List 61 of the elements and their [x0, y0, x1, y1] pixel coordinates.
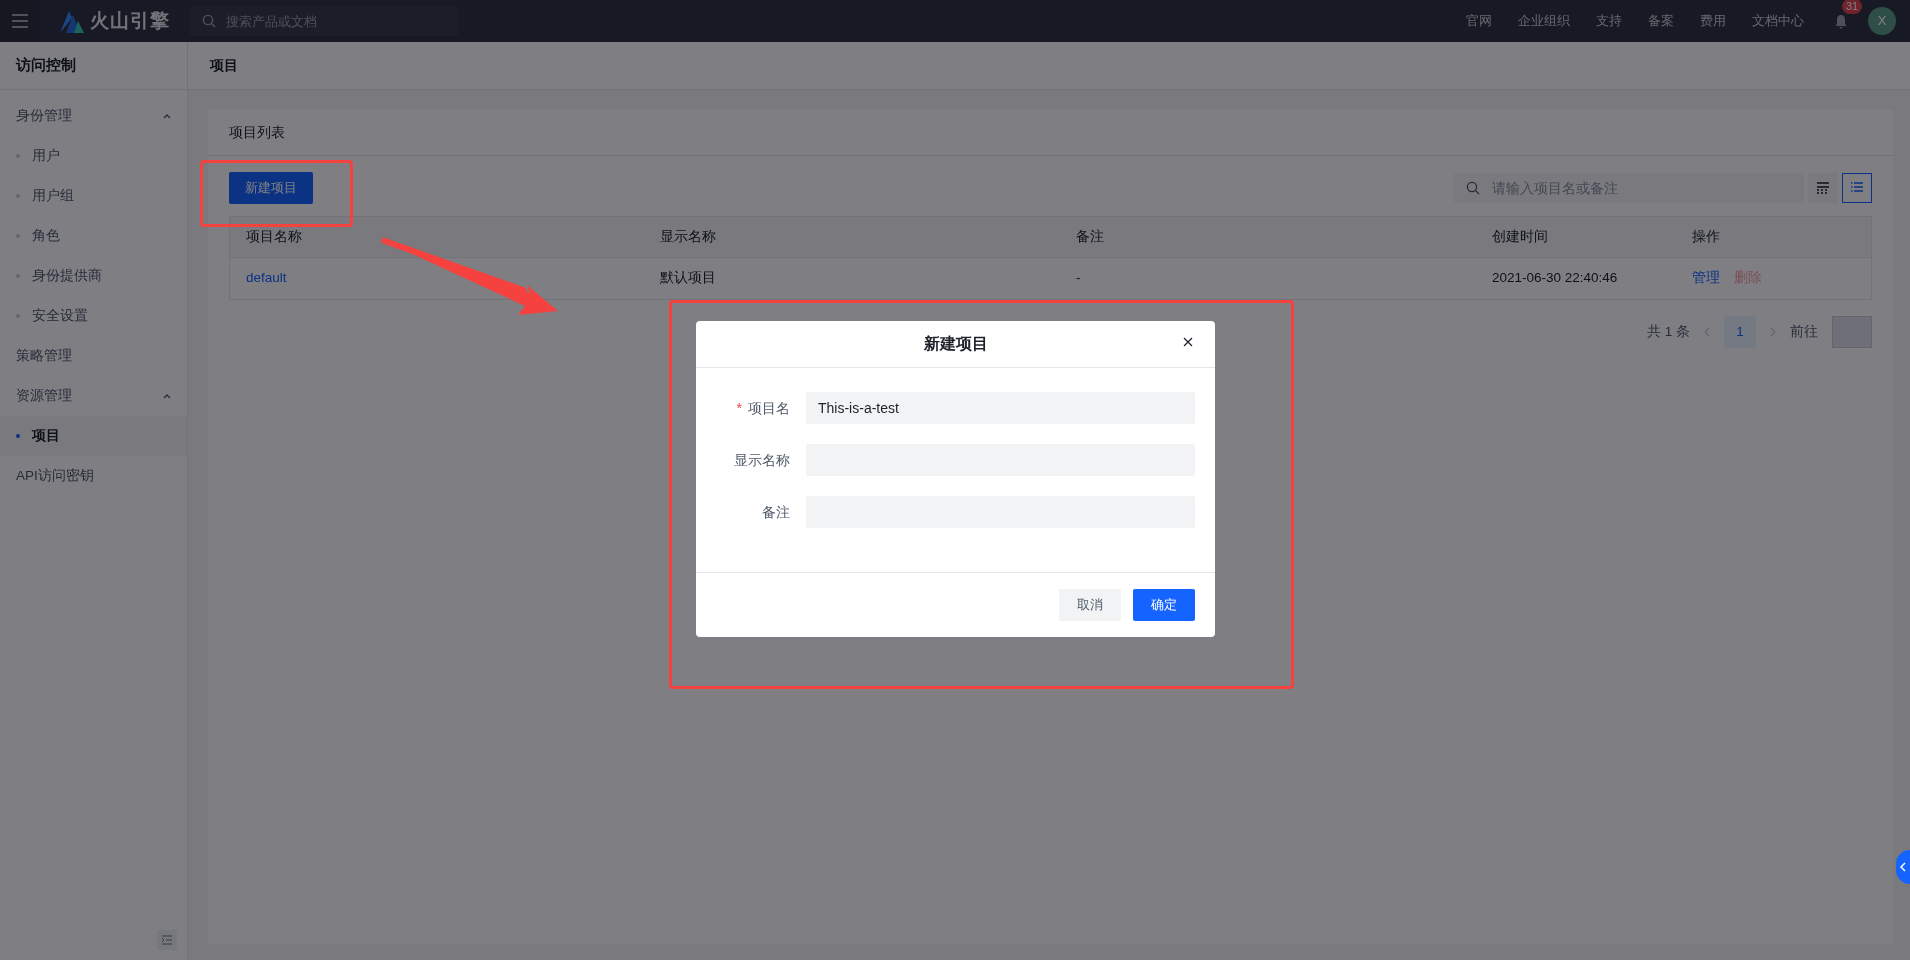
sidebar-item[interactable]: 策略管理	[0, 336, 187, 376]
sidebar-group[interactable]: 身份管理	[0, 96, 187, 136]
table-icon	[1816, 181, 1830, 195]
logo-icon	[58, 9, 84, 33]
chevron-left-icon[interactable]	[1704, 327, 1710, 337]
chevron-right-icon[interactable]	[1770, 327, 1776, 337]
input-field[interactable]: This-is-a-test	[806, 392, 1195, 424]
sidebar-item[interactable]: 身份提供商	[0, 256, 187, 296]
collapse-icon[interactable]	[157, 930, 177, 950]
nav-link[interactable]: 备案	[1648, 11, 1674, 31]
sidebar-item[interactable]: 用户	[0, 136, 187, 176]
side-tab[interactable]	[1896, 850, 1910, 884]
table-cell-text: 默认项目	[659, 269, 717, 288]
field-label: 项目名	[748, 398, 790, 418]
close-button[interactable]	[1181, 335, 1195, 349]
field-label: 显示名称	[734, 450, 790, 470]
cancel-button[interactable]: 取消	[1059, 589, 1121, 621]
chevron-up-icon	[163, 392, 171, 400]
page-button[interactable]: 1	[1724, 316, 1756, 348]
column-header: 创建时间	[1491, 227, 1549, 246]
bell-icon[interactable]	[1834, 14, 1848, 30]
table-cell-text: 2021-06-30 22:40:46	[1491, 269, 1619, 288]
confirm-button[interactable]: 确定	[1133, 589, 1195, 621]
user-avatar[interactable]: X	[1868, 7, 1896, 35]
sidebar-item[interactable]: 角色	[0, 216, 187, 256]
required-mark: *	[736, 398, 742, 418]
nav-link[interactable]: 费用	[1700, 11, 1726, 31]
table-cell-text: -	[1075, 269, 1082, 288]
goto-label: 前往	[1790, 322, 1818, 341]
view-toggle[interactable]	[1842, 173, 1872, 203]
sidebar-item[interactable]: API访问密钥	[0, 456, 187, 496]
page-input[interactable]	[1832, 316, 1872, 348]
sidebar-group[interactable]: 资源管理	[0, 376, 187, 416]
view-toggle[interactable]	[1808, 173, 1838, 203]
field-label: 备注	[762, 502, 790, 522]
chevron-up-icon	[163, 112, 171, 120]
menu-icon[interactable]	[11, 13, 29, 29]
chevron-left-icon	[1900, 862, 1906, 872]
column-header: 显示名称	[659, 227, 717, 246]
nav-link[interactable]: 文档中心	[1752, 11, 1804, 31]
sidebar-item[interactable]: 用户组	[0, 176, 187, 216]
notification-count: 31	[1842, 0, 1863, 14]
sidebar-item[interactable]: 安全设置	[0, 296, 187, 336]
nav-link[interactable]: 企业组织	[1518, 11, 1570, 31]
action-link[interactable]: 管理	[1692, 270, 1720, 286]
total-count: 共 1 条	[1647, 322, 1690, 341]
new-project-button[interactable]: 新建项目	[229, 172, 313, 204]
page-title: 项目	[188, 42, 1910, 90]
column-header: 操作	[1691, 227, 1721, 246]
project-link[interactable]: default	[246, 270, 287, 286]
sidebar-item[interactable]: 项目	[0, 416, 187, 456]
list-icon	[1850, 181, 1864, 195]
nav-link[interactable]: 官网	[1466, 11, 1492, 31]
close-icon	[1183, 337, 1193, 347]
nav-link[interactable]: 支持	[1596, 11, 1622, 31]
column-header: 备注	[1075, 227, 1105, 246]
card-title: 项目列表	[208, 110, 1893, 156]
logo-text: 火山引擎	[90, 8, 170, 33]
column-header: 项目名称	[245, 227, 303, 246]
sidebar-title: 访问控制	[0, 42, 187, 90]
dialog-title: 新建项目	[923, 334, 988, 354]
